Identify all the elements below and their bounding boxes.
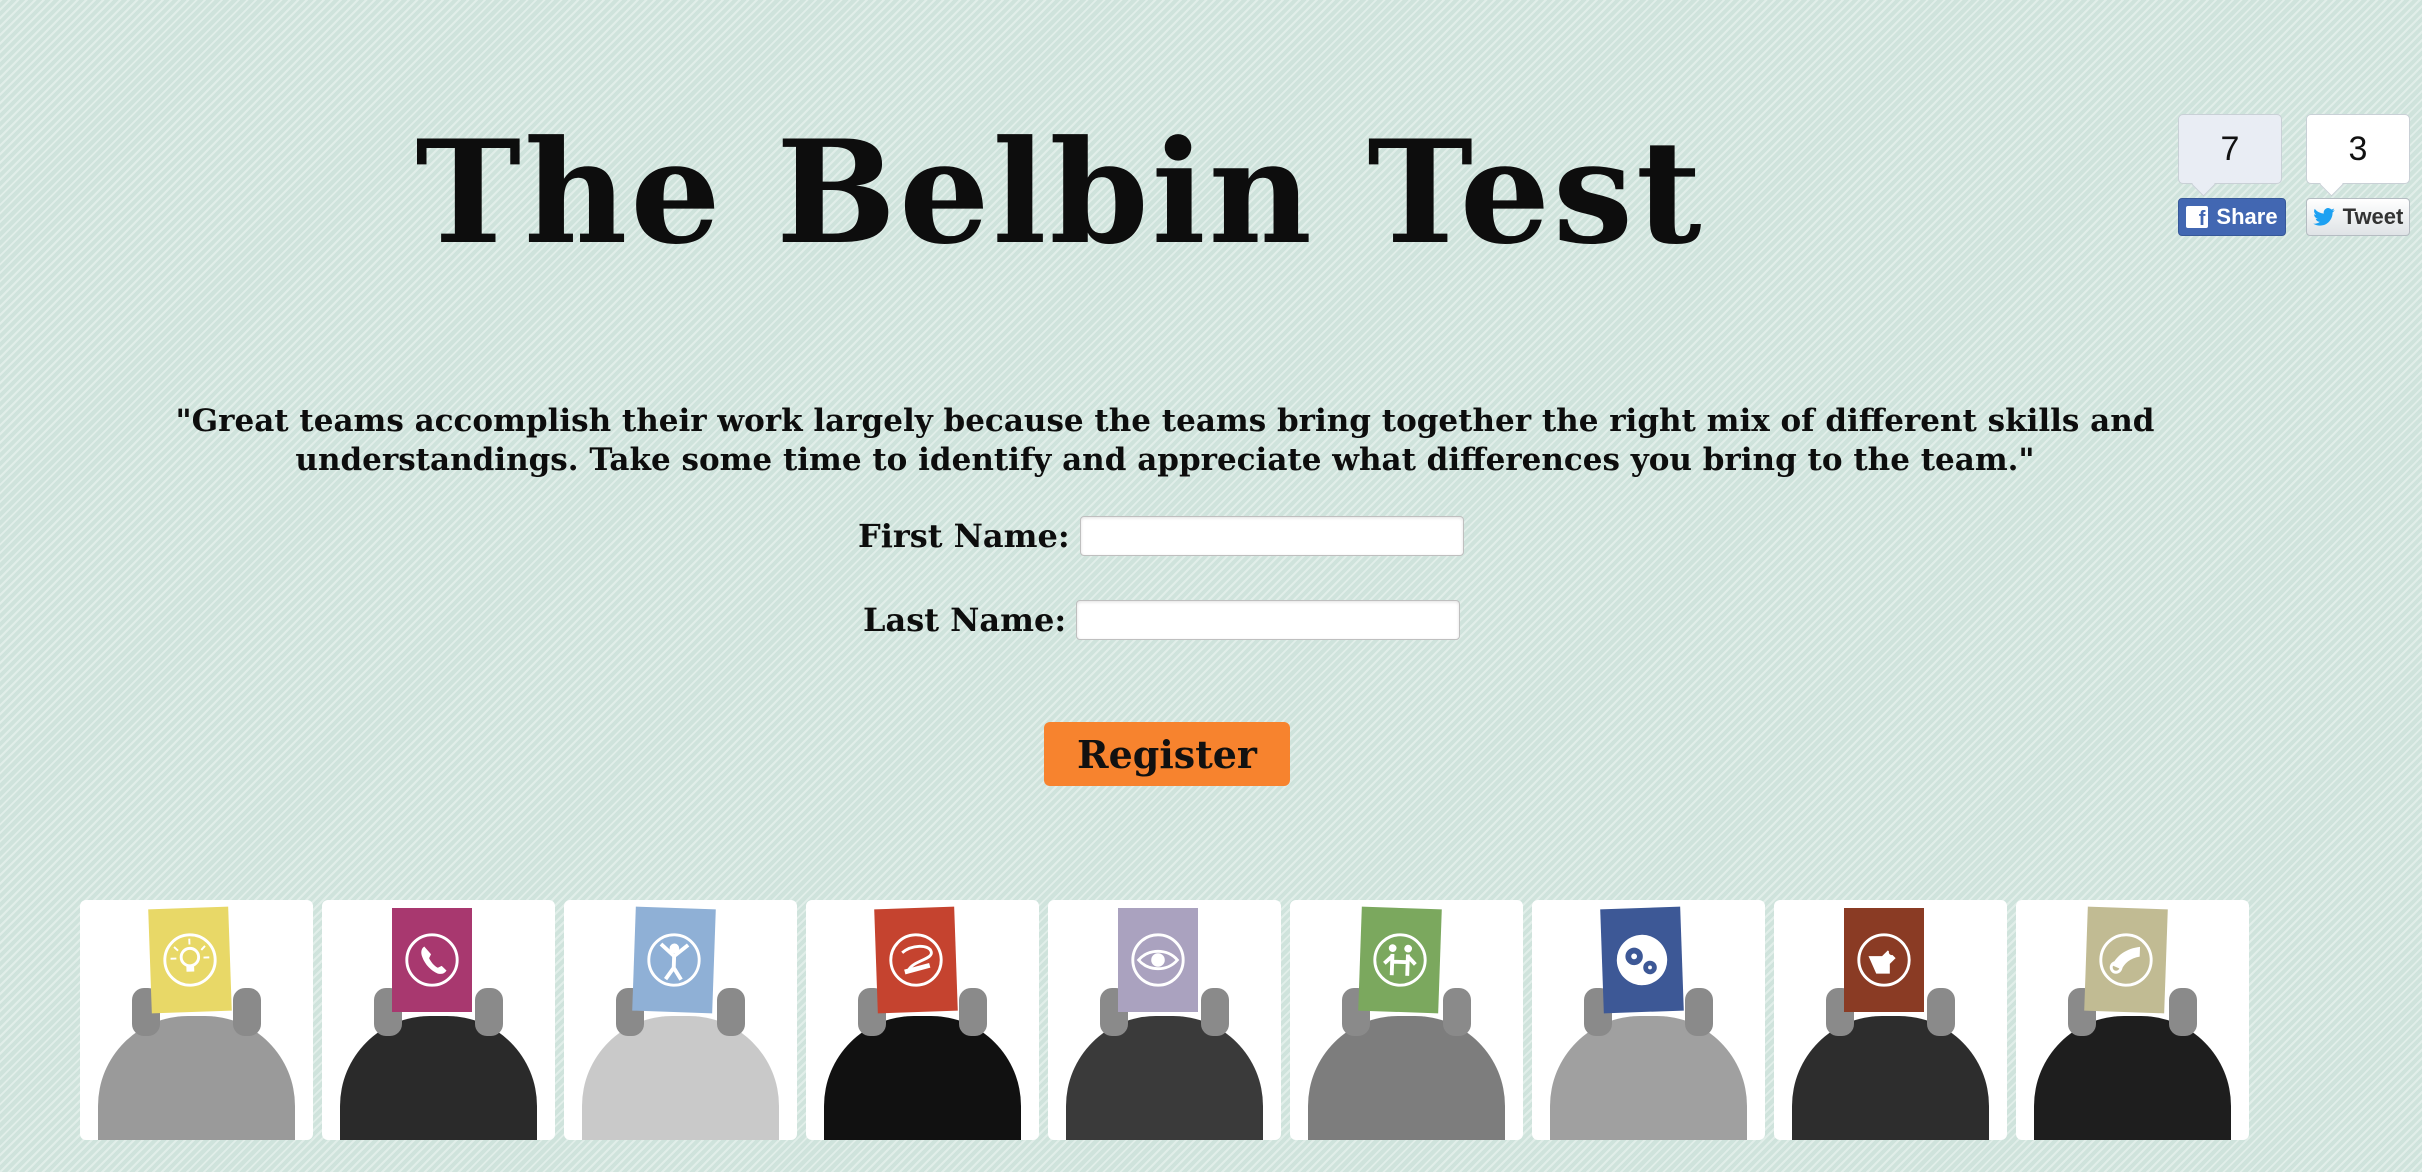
facebook-share-button[interactable]: f Share	[2178, 198, 2286, 236]
role-sign	[1358, 906, 1442, 1014]
hand	[1685, 988, 1713, 1036]
intro-quote: "Great teams accomplish their work large…	[175, 403, 2155, 478]
last-name-row: Last Name:	[863, 600, 1461, 640]
telephone-icon	[405, 933, 459, 987]
first-name-label: First Name:	[858, 517, 1070, 555]
person-torso	[98, 1016, 295, 1140]
hand	[475, 988, 503, 1036]
first-name-input[interactable]	[1079, 516, 1464, 556]
twitter-bird-icon	[2312, 208, 2335, 226]
whip-icon	[889, 933, 943, 987]
twitter-tweet-count: 3	[2306, 114, 2410, 184]
last-name-label: Last Name:	[863, 601, 1067, 639]
person-torso	[1792, 1016, 1989, 1140]
eye-icon	[1131, 933, 1185, 987]
person-torso	[2034, 1016, 2231, 1140]
facebook-share-count: 7	[2178, 114, 2282, 184]
team-role-photo	[1774, 900, 2007, 1140]
person-arms-up-icon	[647, 933, 701, 987]
register-button[interactable]: Register	[1044, 722, 1290, 786]
hand	[959, 988, 987, 1036]
hand-screw-icon	[1857, 933, 1911, 987]
twitter-tweet-label: Tweet	[2342, 204, 2404, 229]
hand	[2169, 988, 2197, 1036]
team-role-photo	[1290, 900, 1523, 1140]
team-role-photo	[322, 900, 555, 1140]
role-sign	[148, 906, 232, 1014]
role-sign	[2084, 906, 2168, 1014]
people-holding-hands-icon	[1373, 933, 1427, 987]
first-name-row: First Name:	[858, 516, 1464, 556]
hand	[1443, 988, 1471, 1036]
team-role-photo	[1048, 900, 1281, 1140]
person-torso	[582, 1016, 779, 1140]
horn-icon	[2099, 933, 2153, 987]
role-sign	[392, 908, 472, 1012]
role-sign	[632, 906, 716, 1014]
role-sign	[874, 906, 958, 1014]
role-sign	[1844, 908, 1924, 1012]
team-role-photo	[80, 900, 313, 1140]
hand	[717, 988, 745, 1036]
person-torso	[340, 1016, 537, 1140]
person-torso	[824, 1016, 1021, 1140]
facebook-icon: f	[2186, 206, 2209, 228]
team-role-photo	[1532, 900, 1765, 1140]
facebook-share-label: Share	[2216, 204, 2278, 229]
hand	[1927, 988, 1955, 1036]
role-sign	[1600, 906, 1684, 1014]
person-torso	[1550, 1016, 1747, 1140]
team-role-photo	[806, 900, 1039, 1140]
role-sign	[1118, 908, 1198, 1012]
person-torso	[1308, 1016, 1505, 1140]
hand	[1201, 988, 1229, 1036]
team-role-gallery	[80, 900, 2249, 1140]
last-name-input[interactable]	[1076, 600, 1461, 640]
team-role-photo	[564, 900, 797, 1140]
team-role-photo	[2016, 900, 2249, 1140]
facebook-share-widget: 7 f Share	[2178, 114, 2286, 236]
twitter-tweet-widget: 3 Tweet	[2306, 114, 2410, 236]
page-title: The Belbin Test	[415, 110, 1705, 276]
hand	[233, 988, 261, 1036]
person-torso	[1066, 1016, 1263, 1140]
twitter-tweet-button[interactable]: Tweet	[2306, 198, 2410, 236]
lightbulb-icon	[163, 933, 217, 987]
gears-icon	[1616, 934, 1668, 986]
